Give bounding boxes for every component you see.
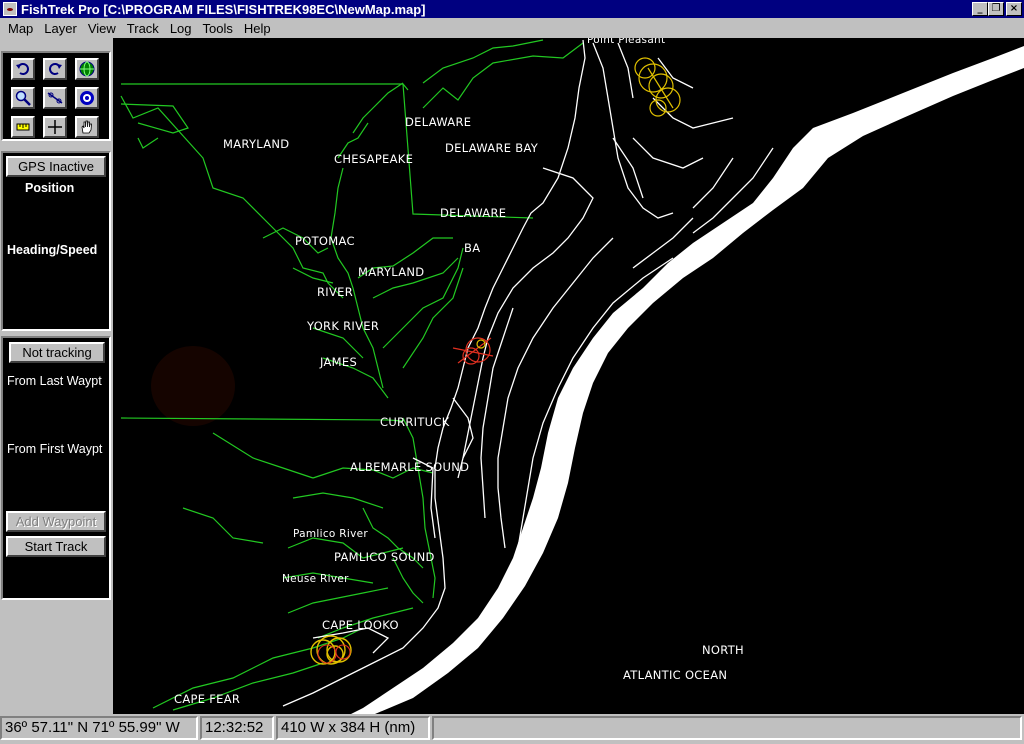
- minimize-button[interactable]: _: [972, 2, 988, 16]
- crosshair-icon: [48, 120, 62, 134]
- marker-cluster-south: [310, 635, 352, 665]
- not-tracking-button[interactable]: Not tracking: [9, 342, 105, 363]
- map-label-point-pleasant: Point Pleasant: [587, 38, 666, 46]
- status-bar: 36º 57.11" N 71º 55.99" W 12:32:52 410 W…: [0, 714, 1024, 744]
- tool-palette: [1, 51, 111, 141]
- gps-panel: GPS Inactive Position Heading/Speed: [1, 151, 111, 331]
- map-label-albemarle-sound: ALBEMARLE SOUND: [350, 460, 470, 474]
- menu-tools[interactable]: Tools: [197, 21, 238, 36]
- map-label-north: NORTH: [702, 643, 744, 657]
- ruler-icon: [16, 123, 30, 131]
- shaded-area: [151, 346, 235, 426]
- menu-map[interactable]: Map: [2, 21, 38, 36]
- redo-icon: [49, 63, 62, 75]
- map-label-pamlico-river: Pamlico River: [293, 528, 368, 540]
- left-panel: GPS Inactive Position Heading/Speed Not …: [0, 38, 113, 714]
- map-label-maryland-2: MARYLAND: [358, 265, 425, 279]
- measure-button[interactable]: [43, 87, 67, 109]
- app-fish-icon[interactable]: [3, 2, 17, 16]
- status-message: [432, 716, 1022, 740]
- zoom-icon: [15, 90, 31, 106]
- crosshair-button[interactable]: [43, 116, 67, 138]
- map-label-river: RIVER: [317, 285, 354, 299]
- status-time: 12:32:52: [200, 716, 274, 740]
- map-label-currituck: CURRITUCK: [380, 415, 450, 429]
- menu-bar: Map Layer View Track Log Tools Help: [0, 18, 1024, 38]
- fishtrek-window: FishTrek Pro [C:\PROGRAM FILES\FISHTREK9…: [0, 0, 1024, 744]
- ruler-button[interactable]: [11, 116, 35, 138]
- measure-icon: [47, 92, 63, 104]
- menu-track[interactable]: Track: [121, 21, 164, 36]
- close-button[interactable]: ×: [1006, 2, 1022, 16]
- zoom-button[interactable]: [11, 87, 35, 109]
- undo-button[interactable]: [11, 58, 35, 80]
- map-label-delaware-2: DELAWARE: [440, 206, 507, 220]
- map-label-pamlico-sound: PAMLICO SOUND: [334, 550, 435, 564]
- title-bar: FishTrek Pro [C:\PROGRAM FILES\FISHTREK9…: [0, 0, 1024, 18]
- map-canvas[interactable]: Point Pleasant MARYLAND DELAWARE CHESAPE…: [113, 38, 1024, 714]
- map-label-ba: BA: [464, 241, 481, 255]
- map-label-york-river: YORK RIVER: [307, 319, 380, 333]
- pan-hand-icon: [81, 120, 92, 134]
- map-label-delaware-bay: DELAWARE BAY: [445, 141, 539, 155]
- target-button[interactable]: [75, 87, 99, 109]
- map-label-james: JAMES: [320, 355, 358, 369]
- marker-cluster-north: [634, 57, 681, 117]
- pan-button[interactable]: [75, 116, 99, 138]
- restore-button[interactable]: ❐: [988, 2, 1004, 16]
- globe-button[interactable]: [75, 58, 99, 80]
- map-label-atlantic-ocean: ATLANTIC OCEAN: [623, 668, 728, 682]
- from-last-waypoint-label: From Last Waypt: [7, 374, 102, 388]
- menu-view[interactable]: View: [82, 21, 121, 36]
- window-title: FishTrek Pro [C:\PROGRAM FILES\FISHTREK9…: [21, 1, 426, 17]
- add-waypoint-button[interactable]: Add Waypoint: [6, 511, 106, 532]
- heading-speed-label: Heading/Speed: [7, 243, 98, 257]
- position-label: Position: [25, 181, 75, 195]
- status-coordinates: 36º 57.11" N 71º 55.99" W: [0, 716, 198, 740]
- menu-log[interactable]: Log: [164, 21, 197, 36]
- status-extent: 410 W x 384 H (nm): [276, 716, 430, 740]
- gps-inactive-button[interactable]: GPS Inactive: [6, 156, 106, 177]
- redo-button[interactable]: [43, 58, 67, 80]
- start-track-button[interactable]: Start Track: [6, 536, 106, 557]
- map-label-maryland: MARYLAND: [223, 137, 290, 151]
- map-label-chesapeake: CHESAPEAKE: [334, 152, 414, 166]
- map-label-neuse-river: Neuse River: [282, 573, 349, 585]
- map-label-cape-fear: CAPE FEAR: [174, 692, 241, 706]
- marker-cluster-center: [452, 337, 494, 365]
- from-first-waypoint-label: From First Waypt: [7, 442, 103, 456]
- menu-help[interactable]: Help: [238, 21, 276, 36]
- globe-icon: [79, 61, 95, 77]
- undo-icon: [16, 63, 29, 75]
- target-icon: [80, 91, 94, 105]
- menu-layer[interactable]: Layer: [38, 21, 82, 36]
- map-label-cape-lookout: CAPE LOOKO: [322, 618, 399, 632]
- map-label-potomac: POTOMAC: [295, 234, 355, 248]
- map-label-delaware: DELAWARE: [405, 115, 472, 129]
- tracking-panel: Not tracking From Last Waypt From First …: [1, 336, 111, 600]
